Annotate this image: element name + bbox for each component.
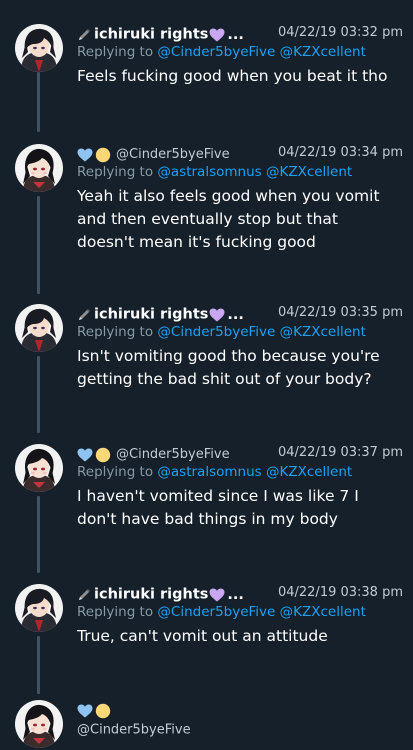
reply-prefix: Replying to [77,324,154,340]
mention-link[interactable]: @KZXcellent [280,604,366,620]
timestamp[interactable]: 04/22/19 03:38 pm [278,585,403,600]
reply-prefix: Replying to [77,44,154,60]
tweet-content: ichiruki rights... 04/22/19 03:35 pm Rep… [77,304,409,391]
user-handle[interactable]: @Cinder5byeFive [116,447,230,462]
tweet-content: @Cinder5byeFive 04/22/19 03:34 pm Replyi… [77,144,409,254]
display-name-emoji [77,703,111,719]
tweet-text: True, can't vomit out an attitude [77,625,409,648]
thread-line [37,356,40,433]
timestamp[interactable]: 04/22/19 03:37 pm [278,445,403,460]
mention-link[interactable]: @KZXcellent [266,164,352,180]
tweet-text: Feels fucking good when you beat it tho [77,65,409,88]
avatar[interactable] [15,700,63,748]
purple-heart-icon [209,588,225,602]
user-handle[interactable]: @Cinder5byeFive [77,723,191,738]
timestamp[interactable]: 04/22/19 03:35 pm [278,305,403,320]
avatar[interactable] [15,24,63,72]
mention-link[interactable]: @Cinder5byeFive [157,604,275,620]
tweet-text: I haven't vomited since I was like 7 I d… [77,485,409,531]
tweet-header: ichiruki rights... 04/22/19 03:38 pm [77,584,409,604]
blue-heart-icon [77,148,93,162]
mention-link[interactable]: @KZXcellent [280,44,366,60]
mention-link[interactable]: @Cinder5byeFive [157,44,275,60]
tweet-content: ichiruki rights... 04/22/19 03:32 pm Rep… [77,24,409,88]
thread-line [37,72,40,132]
name-ellipsis: ... [227,26,244,43]
reply-prefix: Replying to [77,604,154,620]
display-name-emoji [77,447,111,463]
tweet-content: ichiruki rights... 04/22/19 03:38 pm Rep… [77,584,409,648]
reply-line: Replying to @astralsomnus @KZXcellent [77,164,409,184]
purple-heart-icon [209,28,225,42]
tweet-text: Isn't vomiting good tho because you're g… [77,345,409,391]
tweet-header: @Cinder5byeFive 04/22/19 03:37 pm [77,444,409,464]
tweet-content: @Cinder5byeFive 04/22/19 03:37 pm Replyi… [77,444,409,531]
tweet-text: Yeah it also feels good when you vomit a… [77,185,409,254]
tweet-text-line: don't have bad things in my body [77,510,338,528]
reply-line: Replying to @astralsomnus @KZXcellent [77,464,409,484]
purple-heart-icon [209,308,225,322]
tweet-content: @Cinder5byeFive [77,700,409,742]
display-name[interactable]: ichiruki rights [94,307,208,323]
display-name-emoji [77,147,111,163]
reply-line: Replying to @Cinder5byeFive @KZXcellent [77,324,409,344]
mention-link[interactable]: @astralsomnus [157,164,261,180]
thread-line [37,636,40,694]
mention-link[interactable]: @KZXcellent [266,464,352,480]
tweet-text-line: Isn't vomiting good tho because you're [77,347,380,365]
tweet-text-line: True, can't vomit out an attitude [77,627,328,645]
reply-prefix: Replying to [77,164,154,180]
avatar[interactable] [15,584,63,632]
mention-link[interactable]: @KZXcellent [280,324,366,340]
timestamp[interactable]: 04/22/19 03:34 pm [278,145,403,160]
reply-line: @Cinder5byeFive [77,722,409,742]
tweet-text-line: Yeah it also feels good when you vomit [77,187,380,205]
name-ellipsis: ... [227,306,244,323]
pen-icon [77,588,91,602]
timestamp[interactable]: 04/22/19 03:32 pm [278,25,403,40]
tweet-header: @Cinder5byeFive 04/22/19 03:34 pm [77,144,409,164]
reply-prefix: Replying to [77,464,154,480]
avatar[interactable] [15,144,63,192]
avatar[interactable] [15,304,63,352]
pen-icon [77,28,91,42]
name-ellipsis: ... [227,586,244,603]
thread-line [37,496,40,573]
tweet-header: ichiruki rights... 04/22/19 03:32 pm [77,24,409,44]
yellow-heart-icon [95,447,111,462]
tweet-text-line: getting the bad shit out of your body? [77,370,372,388]
user-handle[interactable]: @Cinder5byeFive [116,147,230,162]
display-name[interactable]: ichiruki rights [94,27,208,43]
tweet-text-line: I haven't vomited since I was like 7 I [77,487,359,505]
mention-link[interactable]: @Cinder5byeFive [157,324,275,340]
tweet-header [77,700,409,722]
avatar[interactable] [15,444,63,492]
tweet-text-line: Feels fucking good when you beat it tho [77,67,388,85]
thread-line [37,196,40,294]
pen-icon [77,308,91,322]
tweet-text-line: doesn't mean it's fucking good [77,233,316,251]
mention-link[interactable]: @astralsomnus [157,464,261,480]
reply-line: Replying to @Cinder5byeFive @KZXcellent [77,604,409,624]
yellow-heart-icon [95,147,111,162]
tweet-header: ichiruki rights... 04/22/19 03:35 pm [77,304,409,324]
blue-heart-icon [77,704,93,718]
yellow-heart-icon [95,703,111,718]
blue-heart-icon [77,448,93,462]
reply-line: Replying to @Cinder5byeFive @KZXcellent [77,44,409,64]
display-name[interactable]: ichiruki rights [94,587,208,603]
tweet-text-line: and then eventually stop but that [77,210,339,228]
